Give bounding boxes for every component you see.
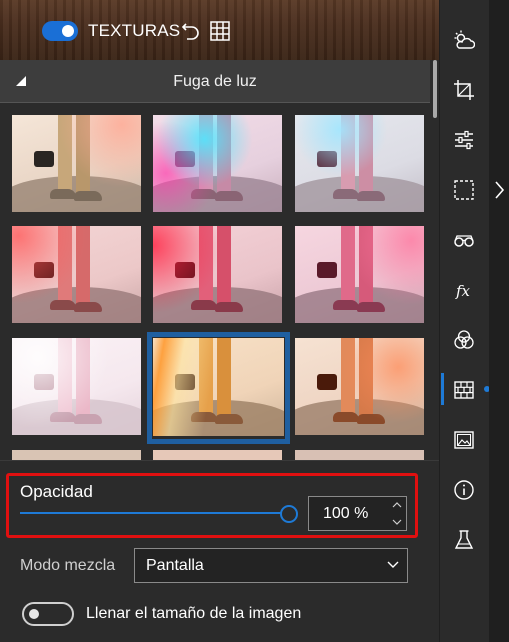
opacity-slider-track[interactable] (20, 512, 284, 514)
effects-tool[interactable]: fx (440, 270, 490, 310)
chevron-down-icon (387, 561, 399, 568)
info-icon (454, 480, 474, 500)
undo-icon[interactable] (180, 19, 202, 41)
image-frame-icon (454, 431, 474, 449)
texture-thumbnail[interactable] (295, 115, 424, 212)
section-title: Fuga de luz (173, 73, 257, 90)
fill-image-toggle[interactable] (22, 602, 74, 626)
texture-thumbnail[interactable] (295, 226, 424, 323)
color-circles-icon (454, 330, 474, 349)
info-tool[interactable] (440, 470, 490, 510)
flask-icon (454, 530, 474, 549)
texture-thumbnail[interactable] (295, 338, 424, 435)
texture-brick-icon (454, 381, 474, 399)
spin-down-icon[interactable] (392, 518, 402, 526)
tool-strip: fx (439, 0, 489, 642)
fill-image-label: Llenar el tamaño de la imagen (86, 605, 302, 622)
selection-icon (454, 180, 474, 200)
texture-options: Opacidad 100 % Modo mezcla Pantalla Llen… (0, 460, 439, 642)
spin-up-icon[interactable] (392, 501, 402, 509)
opacity-slider-thumb[interactable] (280, 505, 298, 523)
section-header[interactable]: Fuga de luz (0, 60, 430, 103)
color-tool[interactable] (440, 320, 490, 360)
texture-thumbnail[interactable] (153, 115, 282, 212)
fx-icon: fx (455, 282, 471, 300)
crop-tool[interactable] (440, 70, 490, 110)
glasses-tool[interactable] (440, 220, 490, 260)
texture-thumbnail[interactable] (12, 115, 141, 212)
frame-tool[interactable] (440, 420, 490, 460)
blend-mode-select[interactable]: Pantalla (134, 548, 408, 583)
selected-thumbnail-frame (147, 332, 290, 444)
active-tool-indicator (441, 373, 444, 405)
selection-tool[interactable] (440, 170, 490, 210)
adjust-tool[interactable] (440, 120, 490, 160)
opacity-label: Opacidad (20, 482, 93, 501)
grid-icon[interactable] (209, 20, 231, 42)
svg-text:fx: fx (455, 282, 471, 300)
texture-thumbnail[interactable] (12, 226, 141, 323)
chevron-right-icon[interactable] (493, 180, 505, 200)
textures-panel: TEXTURAS Fuga de luz Opacidad 100 % Modo… (0, 0, 439, 642)
weather-tool[interactable] (440, 20, 490, 60)
blend-mode-label: Modo mezcla (20, 557, 116, 574)
panel-edge (489, 0, 509, 642)
sliders-icon (455, 130, 473, 150)
texture-thumbnail[interactable] (12, 338, 141, 435)
crop-icon (454, 80, 474, 100)
textures-label: TEXTURAS (88, 21, 181, 40)
scrollbar-thumb[interactable] (433, 60, 437, 118)
lab-tool[interactable] (440, 520, 490, 560)
opacity-input[interactable]: 100 % (308, 496, 407, 531)
scrollbar-track[interactable] (430, 60, 439, 460)
weather-icon (454, 30, 475, 49)
textures-header: TEXTURAS (0, 0, 439, 60)
opacity-value: 100 % (323, 505, 369, 522)
glasses-icon (454, 235, 474, 247)
next-row-peek (0, 450, 430, 460)
texture-tool[interactable] (440, 370, 490, 410)
texture-thumbnail[interactable] (153, 226, 282, 323)
textures-toggle[interactable] (42, 21, 78, 41)
blend-mode-value: Pantalla (146, 557, 204, 574)
